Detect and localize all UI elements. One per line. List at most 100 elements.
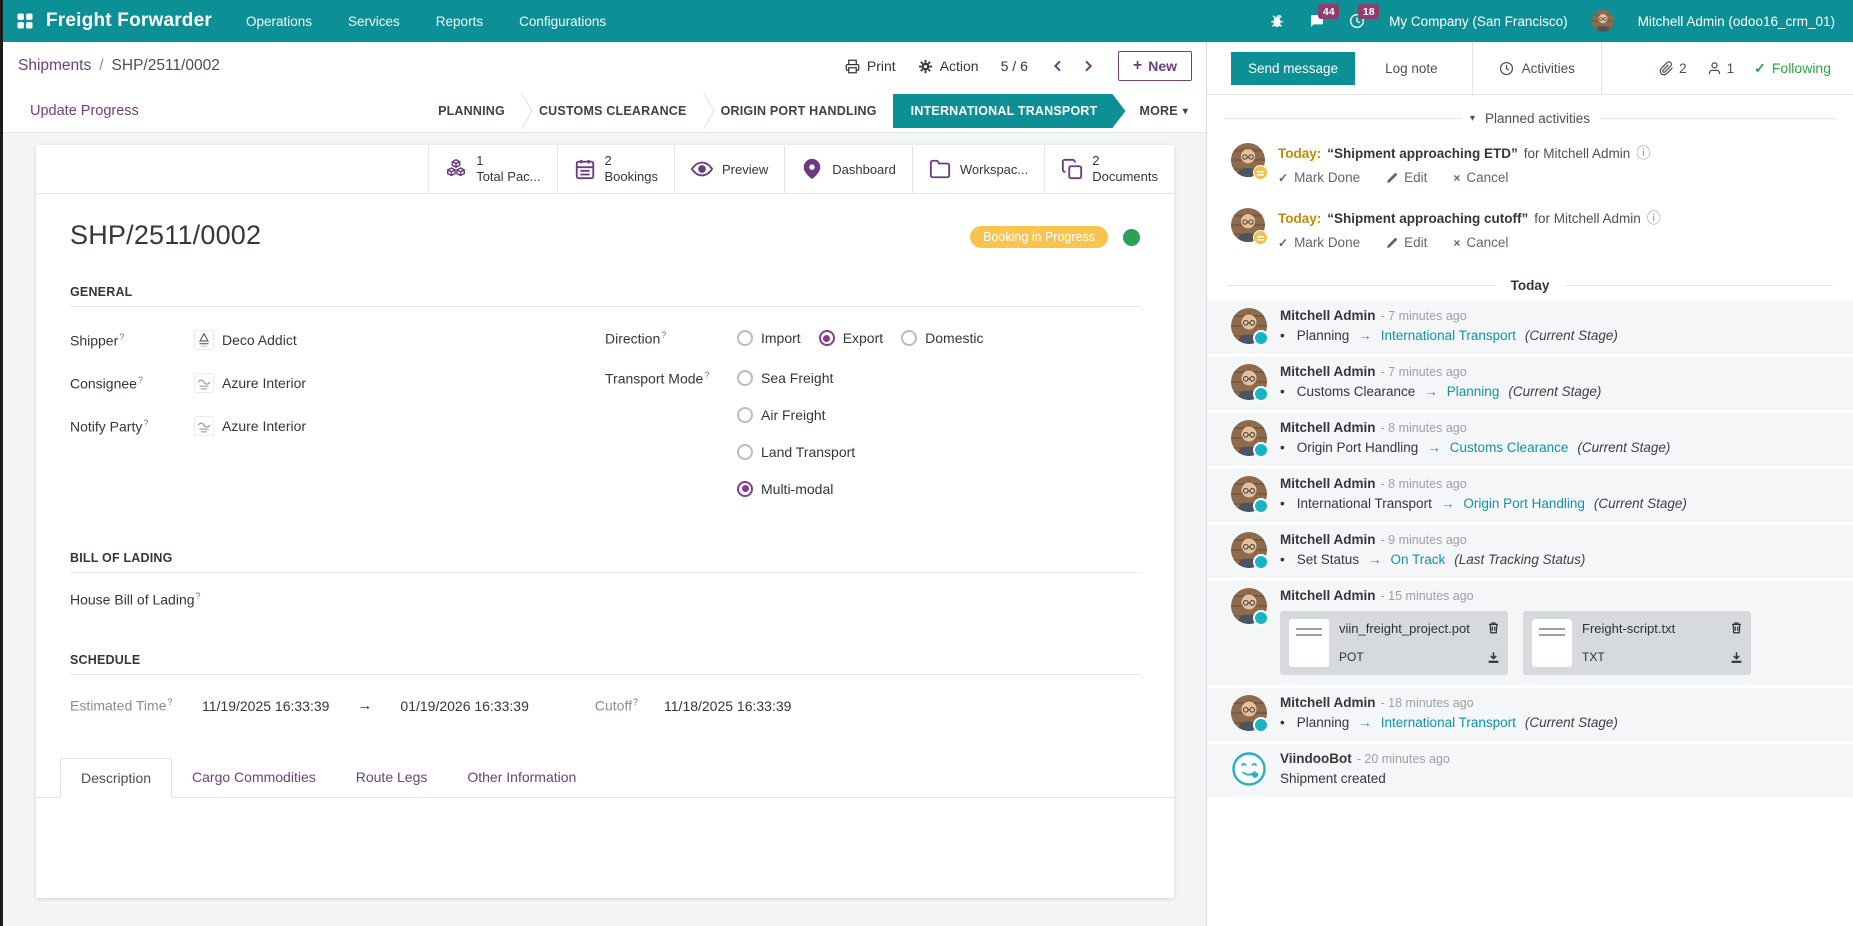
attachment-card[interactable]: viin_freight_project.pot POT — [1280, 611, 1508, 675]
tab-cargo-commodities[interactable]: Cargo Commodities — [172, 758, 336, 797]
message-author[interactable]: Mitchell Admin — [1280, 532, 1376, 547]
stage-planning[interactable]: PLANNING — [432, 104, 511, 118]
dashboard-button[interactable]: Dashboard — [784, 145, 912, 193]
message-author[interactable]: Mitchell Admin — [1280, 476, 1376, 491]
cutoff-value[interactable]: 11/18/2025 16:33:39 — [664, 698, 791, 714]
stage-more-dropdown[interactable]: MORE▾ — [1129, 104, 1194, 118]
user-avatar[interactable] — [1592, 10, 1614, 32]
download-attachment-button[interactable] — [1487, 649, 1500, 667]
cross-icon: × — [1453, 171, 1460, 185]
user-menu[interactable]: Mitchell Admin (odoo16_crm_01) — [1638, 14, 1835, 29]
stage-link[interactable]: International Transport — [1381, 328, 1516, 343]
chevron-left-icon — [1050, 58, 1066, 74]
radio-transport-multimodal[interactable]: Multi-modal — [737, 481, 855, 497]
activities-clock-icon[interactable]: 18 — [1349, 13, 1365, 29]
download-attachment-button[interactable] — [1730, 649, 1743, 667]
window-edge — [0, 0, 3, 926]
chatter-feed[interactable]: ▾ Planned activities Today: “Shipment ap… — [1207, 95, 1853, 926]
workspace-button[interactable]: Workspac... — [912, 145, 1044, 193]
apps-menu-icon[interactable] — [16, 12, 34, 30]
status-link[interactable]: On Track — [1391, 552, 1446, 567]
delete-attachment-button[interactable] — [1730, 619, 1743, 637]
radio-transport-land[interactable]: Land Transport — [737, 444, 855, 460]
log-note-button[interactable]: Log note — [1385, 61, 1438, 76]
preview-button[interactable]: Preview — [674, 145, 784, 193]
status-badge[interactable]: Booking in Progress — [970, 226, 1108, 248]
following-toggle[interactable]: ✓Following — [1754, 60, 1831, 77]
radio-icon[interactable] — [737, 444, 753, 460]
info-icon[interactable]: ⓘ — [1647, 208, 1661, 228]
tab-description[interactable]: Description — [60, 758, 172, 798]
radio-icon[interactable] — [901, 330, 917, 346]
update-progress-button[interactable]: Update Progress — [30, 103, 139, 119]
attachments-counter[interactable]: 2 — [1659, 61, 1687, 76]
stage-origin-port-handling[interactable]: ORIGIN PORT HANDLING — [715, 104, 883, 118]
menu-reports[interactable]: Reports — [436, 14, 483, 29]
estimated-end-value[interactable]: 01/19/2026 16:33:39 — [400, 698, 528, 714]
check-icon: ✓ — [1754, 60, 1766, 77]
stage-link[interactable]: Origin Port Handling — [1463, 496, 1585, 511]
info-icon[interactable]: ⓘ — [1636, 143, 1650, 163]
message-author[interactable]: Mitchell Admin — [1280, 308, 1376, 323]
debug-bug-icon[interactable] — [1269, 13, 1285, 29]
documents-button[interactable]: 2Documents — [1044, 145, 1174, 193]
stage-international-transport[interactable]: INTERNATIONAL TRANSPORT — [893, 94, 1126, 128]
attachment-name[interactable]: Freight-script.txt — [1582, 621, 1742, 636]
help-marker: ? — [143, 418, 148, 428]
message-author[interactable]: Mitchell Admin — [1280, 695, 1376, 710]
stage-customs-clearance[interactable]: CUSTOMS CLEARANCE — [533, 104, 693, 118]
radio-direction-export[interactable]: Export — [819, 330, 883, 346]
radio-direction-import[interactable]: Import — [737, 330, 801, 346]
tab-route-legs[interactable]: Route Legs — [336, 758, 448, 797]
menu-services[interactable]: Services — [348, 14, 400, 29]
kanban-state-dot[interactable] — [1123, 229, 1140, 246]
cancel-activity-button[interactable]: ×Cancel — [1453, 235, 1508, 250]
radio-checked-icon[interactable] — [737, 481, 753, 497]
edit-activity-button[interactable]: Edit — [1386, 235, 1427, 250]
estimated-start-value[interactable]: 11/19/2025 16:33:39 — [202, 698, 329, 714]
schedule-activity-button[interactable]: Activities — [1472, 42, 1602, 94]
radio-icon[interactable] — [737, 370, 753, 386]
followers-counter[interactable]: 1 — [1707, 61, 1735, 76]
message-author[interactable]: Mitchell Admin — [1280, 364, 1376, 379]
send-message-button[interactable]: Send message — [1231, 52, 1355, 85]
breadcrumb-shipments[interactable]: Shipments — [18, 57, 91, 75]
radio-transport-sea[interactable]: Sea Freight — [737, 370, 855, 386]
print-button[interactable]: Print — [845, 58, 896, 74]
attachment-name[interactable]: viin_freight_project.pot — [1339, 621, 1499, 636]
stage-link[interactable]: Planning — [1447, 384, 1500, 399]
message-author[interactable]: ViindooBot — [1280, 751, 1352, 766]
radio-checked-icon[interactable] — [819, 330, 835, 346]
menu-operations[interactable]: Operations — [246, 14, 312, 29]
message-author[interactable]: Mitchell Admin — [1280, 588, 1376, 603]
planned-activities-header[interactable]: ▾ Planned activities — [1225, 111, 1835, 126]
app-title[interactable]: Freight Forwarder — [46, 10, 212, 32]
mark-done-button[interactable]: ✓Mark Done — [1278, 170, 1360, 185]
radio-icon[interactable] — [737, 330, 753, 346]
message-author[interactable]: Mitchell Admin — [1280, 420, 1376, 435]
messages-icon[interactable]: 44 — [1309, 13, 1325, 29]
edit-activity-button[interactable]: Edit — [1386, 170, 1427, 185]
attachment-card[interactable]: Freight-script.txt TXT — [1523, 611, 1751, 675]
company-switcher[interactable]: My Company (San Francisco) — [1389, 14, 1568, 29]
stage-link[interactable]: International Transport — [1381, 715, 1516, 730]
top-navbar: Freight Forwarder Operations Services Re… — [0, 0, 1853, 42]
menu-configurations[interactable]: Configurations — [519, 14, 606, 29]
action-button[interactable]: Action — [918, 58, 979, 74]
bookings-button[interactable]: 2Bookings — [557, 145, 674, 193]
radio-transport-air[interactable]: Air Freight — [737, 407, 855, 423]
pager-previous-button[interactable] — [1050, 58, 1066, 74]
message-time: - 7 minutes ago — [1381, 309, 1467, 323]
mark-done-button[interactable]: ✓Mark Done — [1278, 235, 1360, 250]
field-house-bill-of-lading[interactable]: House Bill of Lading? — [70, 591, 1140, 608]
cancel-activity-button[interactable]: ×Cancel — [1453, 170, 1508, 185]
total-packages-button[interactable]: 1Total Pac... — [428, 145, 556, 193]
delete-attachment-button[interactable] — [1487, 619, 1500, 637]
tab-other-information[interactable]: Other Information — [447, 758, 596, 797]
pager-next-button[interactable] — [1080, 58, 1096, 74]
consignee-value: Azure Interior — [222, 375, 306, 391]
radio-icon[interactable] — [737, 407, 753, 423]
radio-direction-domestic[interactable]: Domestic — [901, 330, 983, 346]
new-button[interactable]: +New — [1118, 51, 1192, 81]
stage-link[interactable]: Customs Clearance — [1450, 440, 1569, 455]
